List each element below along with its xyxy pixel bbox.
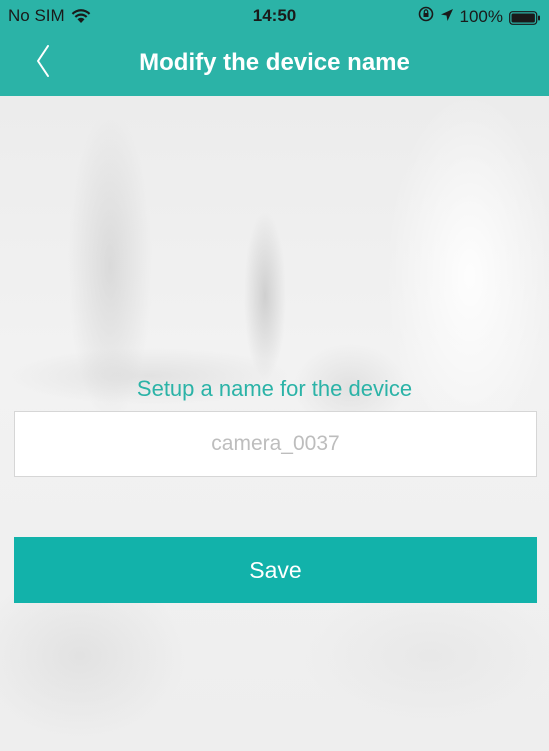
app-header: No SIM 14:50 100% Modify the device name xyxy=(0,0,549,96)
status-bar: No SIM 14:50 100% xyxy=(0,0,549,32)
orientation-lock-icon xyxy=(418,6,434,27)
status-right: 100% xyxy=(418,6,541,27)
nav-bar: Modify the device name xyxy=(0,32,549,96)
battery-percent: 100% xyxy=(459,6,503,26)
save-button[interactable]: Save xyxy=(14,537,537,603)
device-name-input[interactable] xyxy=(14,411,537,477)
battery-icon xyxy=(509,10,541,25)
page-title: Modify the device name xyxy=(139,49,410,76)
location-icon xyxy=(440,7,454,27)
device-name-label: Setup a name for the device xyxy=(136,376,413,401)
